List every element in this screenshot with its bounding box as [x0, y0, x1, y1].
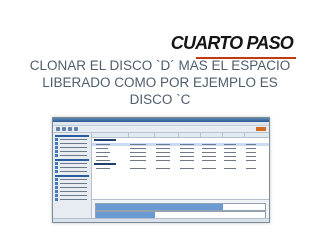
- sidebar-item: [55, 170, 89, 173]
- disk-icon: [55, 170, 58, 173]
- table-row: [92, 167, 269, 170]
- table-row: [92, 143, 269, 146]
- disk-icon: [55, 146, 58, 149]
- table-row: [92, 159, 269, 162]
- partition-manager-screenshot: [52, 117, 270, 223]
- toolbar-button-icon: [74, 127, 78, 131]
- sidebar-item: [55, 150, 89, 153]
- sidebar-item: [55, 162, 89, 165]
- disk-icon: [55, 198, 58, 201]
- disk-icon: [55, 194, 58, 197]
- table-row: [92, 151, 269, 154]
- disk-bar: [95, 203, 266, 211]
- disk-icon: [55, 182, 58, 185]
- toolbar-button-icon: [56, 127, 60, 131]
- sidebar-item: [55, 186, 89, 189]
- sidebar-item: [55, 166, 89, 169]
- disk-icon: [55, 162, 58, 165]
- table-row: [92, 163, 269, 166]
- toolbar-button-icon: [68, 127, 72, 131]
- partition-block: [129, 204, 224, 210]
- disk-icon: [55, 166, 58, 169]
- column-headers: [92, 133, 269, 138]
- slide-title: CUARTO PASO: [170, 33, 294, 53]
- table-row: [92, 155, 269, 158]
- disk-icon: [55, 150, 58, 153]
- sidebar-item: [55, 190, 89, 193]
- disk-icon: [55, 186, 58, 189]
- sidebar: [53, 133, 92, 222]
- slide-body-text: CLONAR EL DISCO `D´ MAS EL ESPACIO LIBER…: [29, 58, 291, 107]
- status-bar: [53, 218, 269, 222]
- sidebar-item: [55, 182, 89, 185]
- toolbar: [53, 126, 269, 133]
- sidebar-item: [55, 142, 89, 145]
- toolbar-button-icon: [62, 127, 66, 131]
- sidebar-item: [55, 194, 89, 197]
- sidebar-section-header: [55, 135, 89, 137]
- disk-icon: [55, 154, 58, 157]
- partition-block: [96, 204, 131, 210]
- sidebar-section-header: [55, 159, 89, 161]
- sidebar-item: [55, 154, 89, 157]
- sidebar-item: [55, 146, 89, 149]
- disk-icon: [55, 178, 58, 181]
- table-row: [92, 147, 269, 150]
- partition-table: [92, 133, 269, 222]
- disk-icon: [55, 138, 58, 141]
- disk-icon: [55, 142, 58, 145]
- sidebar-item: [55, 198, 89, 201]
- table-row: [92, 139, 269, 142]
- sidebar-item: [55, 138, 89, 141]
- sidebar-section-header: [55, 175, 89, 177]
- disk-icon: [55, 190, 58, 193]
- sidebar-item: [55, 178, 89, 181]
- brand-logo: [256, 127, 266, 131]
